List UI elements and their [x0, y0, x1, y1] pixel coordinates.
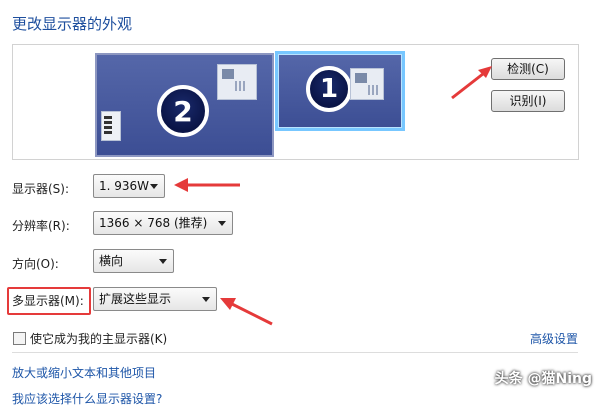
monitor-2-thumbnail[interactable]: 2	[95, 53, 274, 157]
monitor-1-number-badge: 1	[306, 66, 352, 112]
chevron-down-icon	[218, 221, 226, 226]
window-thumbnail-icon	[350, 68, 384, 100]
primary-display-checkbox[interactable]	[13, 332, 26, 345]
watermark: 头条 @猫Ning	[494, 371, 592, 387]
advanced-settings-link[interactable]: 高级设置	[530, 330, 578, 347]
resolution-label: 分辨率(R):	[12, 219, 70, 233]
resolution-select-value: 1366 × 768 (推荐)	[99, 216, 208, 230]
identify-button[interactable]: 识别(I)	[491, 90, 565, 112]
multi-display-select-value: 扩展这些显示	[99, 292, 172, 306]
which-settings-link[interactable]: 我应该选择什么显示器设置?	[12, 390, 162, 407]
red-annotation-arrow	[220, 298, 273, 326]
detect-button[interactable]: 检测(C)	[491, 58, 565, 80]
red-annotation-arrow	[174, 178, 240, 192]
chevron-down-icon	[202, 297, 210, 302]
orientation-select[interactable]: 横向	[93, 249, 174, 273]
chevron-down-icon	[159, 259, 167, 264]
display-select-value: 1. 936W	[99, 179, 150, 193]
page-title: 更改显示器的外观	[12, 15, 133, 33]
display-label: 显示器(S):	[12, 182, 70, 196]
document-icon	[101, 111, 121, 141]
enlarge-text-link[interactable]: 放大或缩小文本和其他项目	[12, 364, 156, 381]
primary-display-checkbox-label: 使它成为我的主显示器(K)	[30, 332, 168, 346]
divider	[12, 352, 578, 353]
monitor-2-number-badge: 2	[157, 85, 209, 137]
orientation-select-value: 横向	[99, 254, 124, 268]
window-thumbnail-icon	[217, 64, 257, 100]
multi-display-select[interactable]: 扩展这些显示	[93, 287, 217, 311]
chevron-down-icon	[150, 184, 158, 189]
resolution-select[interactable]: 1366 × 768 (推荐)	[93, 211, 233, 235]
display-select[interactable]: 1. 936W	[93, 174, 165, 198]
red-annotation-arrow	[451, 66, 492, 100]
orientation-label: 方向(O):	[12, 257, 59, 271]
monitor-1-thumbnail[interactable]: 1	[275, 51, 405, 131]
multi-display-label: 多显示器(M):	[12, 294, 84, 308]
